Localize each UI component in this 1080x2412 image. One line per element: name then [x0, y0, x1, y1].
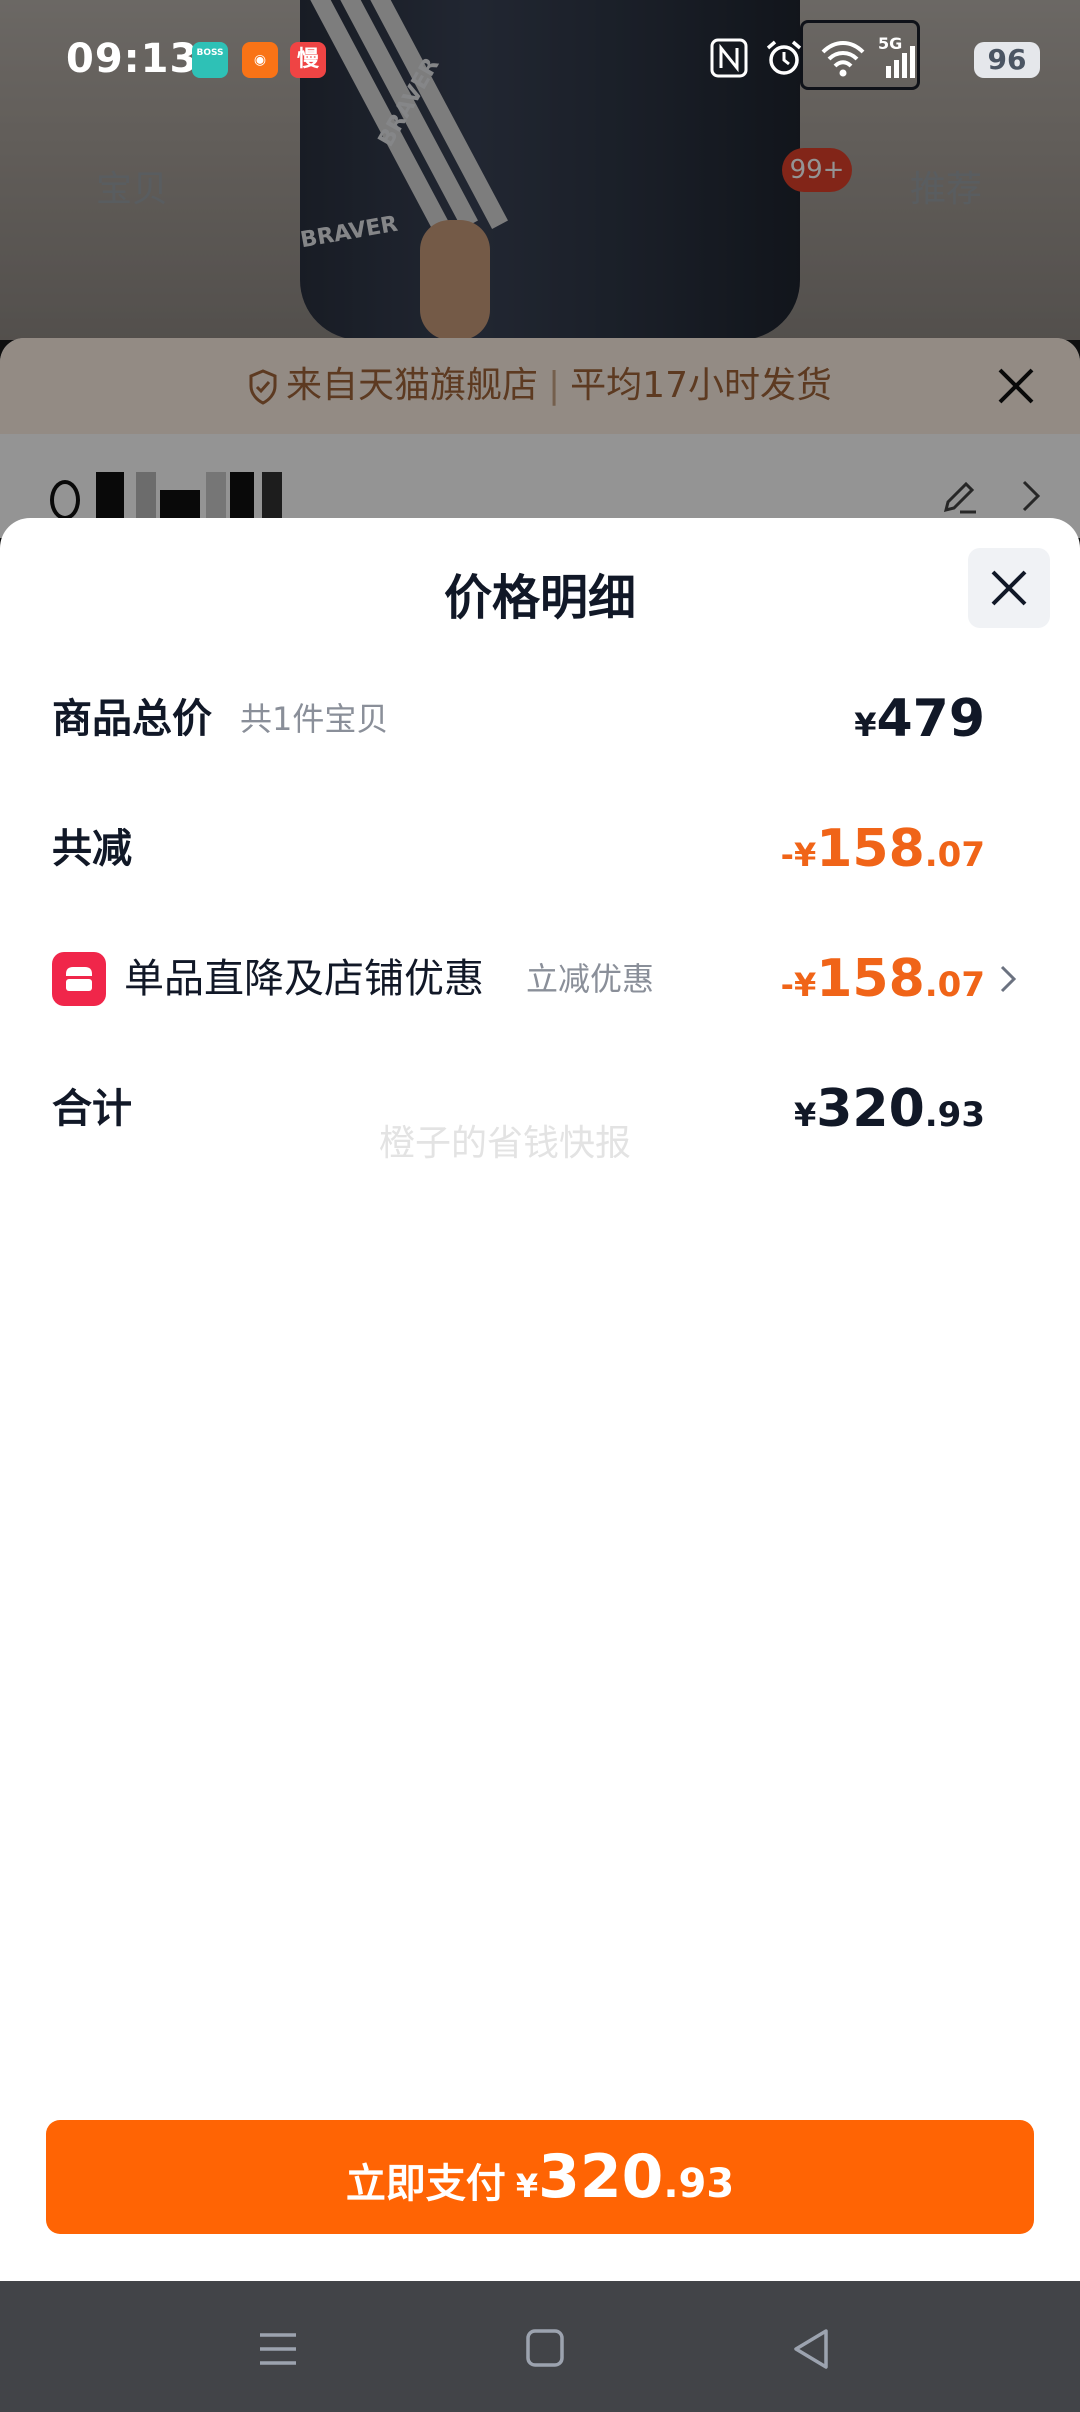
clock: 09:13	[66, 36, 199, 82]
pay-amount-dec: .93	[663, 2161, 735, 2207]
status-icons: 5G 96	[710, 34, 1040, 82]
price-detail-sheet: 价格明细 商品总价 共1件宝贝 ¥479 共减 -¥158.07 单品直降及店铺…	[0, 518, 1080, 2281]
pay-now-label: 立即支付	[345, 2161, 506, 2207]
system-navigation-bar	[0, 2281, 1080, 2412]
reduction-label: 共减	[52, 826, 132, 872]
back-icon[interactable]	[782, 2321, 842, 2377]
goods-total-label: 商品总价	[52, 696, 212, 742]
pay-now-button[interactable]: 立即支付 ¥320.93	[46, 2120, 1034, 2234]
battery-indicator: 96	[974, 42, 1040, 78]
item-count-label: 共1件宝贝	[240, 700, 389, 738]
pay-currency: ¥	[515, 2167, 539, 2205]
store-icon	[52, 952, 106, 1006]
row-total-reduction: 共减 -¥158.07	[0, 804, 1080, 894]
pay-amount-int: 320	[538, 2142, 664, 2212]
nfc-icon	[710, 38, 748, 78]
promo-label: 单品直降及店铺优惠	[124, 956, 484, 1002]
watermark-text: 橙子的省钱快报	[378, 1123, 631, 1164]
app-orange-icon: ◉	[242, 42, 278, 78]
chevron-right-icon[interactable]	[998, 963, 1018, 995]
signal-icon	[886, 46, 915, 78]
sheet-title: 价格明细	[443, 570, 636, 626]
man-app-icon: 慢	[290, 42, 326, 78]
status-bar: 09:13 BOSS ◉ 慢 5G 96	[0, 0, 1080, 122]
home-icon[interactable]	[515, 2321, 575, 2377]
wifi-icon	[821, 41, 865, 77]
close-icon	[991, 570, 1027, 606]
reduction-amount: -¥158.07	[780, 819, 985, 879]
close-sheet-button[interactable]	[968, 548, 1050, 628]
promo-amount: -¥158.07	[780, 949, 985, 1009]
boss-zhipin-icon: BOSS	[192, 42, 228, 78]
menu-icon[interactable]	[248, 2321, 308, 2377]
alarm-icon	[766, 40, 802, 75]
goods-total-amount: ¥479	[854, 689, 985, 749]
row-goods-total: 商品总价 共1件宝贝 ¥479	[0, 674, 1080, 764]
row-promo-discount[interactable]: 单品直降及店铺优惠 立减优惠 -¥158.07	[0, 934, 1080, 1024]
promo-sub-label: 立减优惠	[526, 960, 655, 998]
